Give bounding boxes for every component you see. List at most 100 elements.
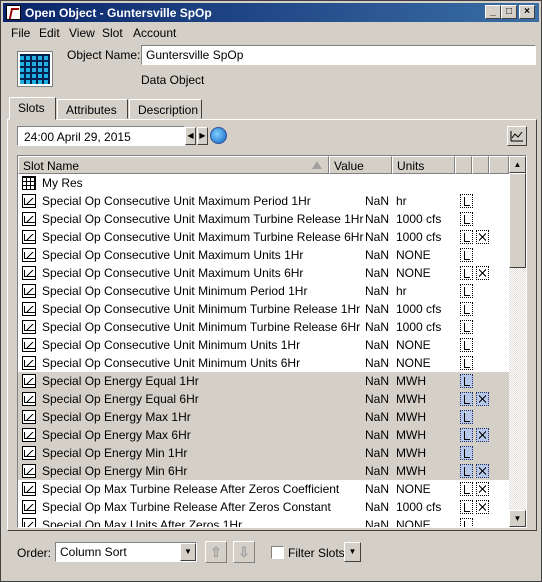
order-select-value: Column Sort <box>60 545 127 559</box>
slot-value: NaN <box>364 464 389 478</box>
slot-units: 1000 cfs <box>396 320 442 334</box>
flag-icon <box>460 212 473 226</box>
slot-value: NaN <box>364 446 389 460</box>
move-down-button[interactable]: ⇩ <box>233 541 255 563</box>
table-row[interactable]: Special Op Consecutive Unit Maximum Unit… <box>18 246 509 264</box>
plot-icon[interactable] <box>507 126 527 146</box>
slot-units: NONE <box>396 248 431 262</box>
slot-units: NONE <box>396 356 431 370</box>
column-flag-3[interactable] <box>489 156 509 174</box>
table-row[interactable]: Special Op Energy Max 6Hr NaN MWH <box>18 426 509 444</box>
flag-x-icon <box>476 464 489 478</box>
series-icon <box>22 518 36 527</box>
scroll-down-button[interactable]: ▼ <box>509 510 526 527</box>
scroll-thumb[interactable] <box>509 173 526 268</box>
table-row[interactable]: Special Op Consecutive Unit Minimum Turb… <box>18 318 509 336</box>
close-button[interactable]: × <box>519 5 535 19</box>
prev-date-button[interactable]: ◀ <box>185 127 196 145</box>
table-row[interactable]: My Res <box>18 174 509 192</box>
object-name-field[interactable]: Guntersville SpOp <box>141 45 536 65</box>
series-icon <box>22 428 36 442</box>
flag-x-icon <box>476 482 489 496</box>
slot-name: Special Op Consecutive Unit Maximum Turb… <box>42 212 364 226</box>
move-up-button[interactable]: ⇧ <box>205 541 227 563</box>
flag-icon <box>460 428 473 442</box>
minimize-button[interactable]: _ <box>485 5 501 19</box>
title-bar[interactable]: Open Object - Guntersville SpOp _ □ × <box>3 3 539 22</box>
tab-description[interactable]: Description <box>129 99 202 119</box>
flag-icon <box>460 266 473 280</box>
table-row[interactable]: Special Op Consecutive Unit Maximum Peri… <box>18 192 509 210</box>
table-row[interactable]: Special Op Energy Equal 1Hr NaN MWH <box>18 372 509 390</box>
slot-units: 1000 cfs <box>396 500 442 514</box>
scroll-up-button[interactable]: ▲ <box>509 156 526 173</box>
vertical-scrollbar[interactable]: ▲ ▼ <box>509 156 526 527</box>
slot-units: 1000 cfs <box>396 212 442 226</box>
slot-name: Special Op Energy Max 6Hr <box>42 428 191 442</box>
series-icon <box>22 410 36 424</box>
flag-icon <box>460 392 473 406</box>
slot-units: 1000 cfs <box>396 302 442 316</box>
table-row[interactable]: Special Op Consecutive Unit Maximum Turb… <box>18 210 509 228</box>
flag-x-icon <box>476 428 489 442</box>
menu-account[interactable]: Account <box>133 26 176 40</box>
slot-value: NaN <box>364 212 389 226</box>
table-row[interactable]: Special Op Energy Max 1Hr NaN MWH <box>18 408 509 426</box>
filter-slots-checkbox[interactable] <box>271 546 284 559</box>
table-row[interactable]: Special Op Energy Equal 6Hr NaN MWH <box>18 390 509 408</box>
globe-icon[interactable] <box>210 127 227 144</box>
slot-units: MWH <box>396 374 426 388</box>
slot-value: NaN <box>364 428 389 442</box>
order-select[interactable]: Column Sort ▼ <box>55 542 197 562</box>
series-icon <box>22 194 36 208</box>
table-row[interactable]: Special Op Consecutive Unit Minimum Peri… <box>18 282 509 300</box>
filter-dropdown-button[interactable]: ▼ <box>344 542 361 562</box>
series-icon <box>22 338 36 352</box>
slot-units: NONE <box>396 266 431 280</box>
menu-slot[interactable]: Slot <box>102 26 123 40</box>
tab-slots[interactable]: Slots <box>9 97 56 120</box>
tab-attributes[interactable]: Attributes <box>57 99 128 119</box>
chevron-down-icon[interactable]: ▼ <box>180 543 196 561</box>
object-name-label: Object Name: <box>67 48 141 62</box>
slot-name: Special Op Energy Min 6Hr <box>42 464 188 478</box>
flag-icon <box>460 338 473 352</box>
slot-value: NaN <box>364 266 389 280</box>
column-value[interactable]: Value <box>329 156 392 174</box>
series-icon <box>22 320 36 334</box>
table-row[interactable]: Special Op Energy Min 6Hr NaN MWH <box>18 462 509 480</box>
column-units[interactable]: Units <box>392 156 455 174</box>
table-row[interactable]: Special Op Energy Min 1Hr NaN MWH <box>18 444 509 462</box>
column-flag-2[interactable] <box>472 156 489 174</box>
menu-view[interactable]: View <box>69 26 95 40</box>
next-date-button[interactable]: ▶ <box>197 127 208 145</box>
table-row[interactable]: Special Op Consecutive Unit Minimum Unit… <box>18 354 509 372</box>
column-flag-1[interactable] <box>455 156 472 174</box>
slot-units: MWH <box>396 392 426 406</box>
series-icon <box>22 374 36 388</box>
table-header: Slot Name Value Units <box>18 156 509 174</box>
menu-edit[interactable]: Edit <box>39 26 60 40</box>
column-slot-name[interactable]: Slot Name <box>18 156 329 174</box>
order-label: Order: <box>17 546 52 560</box>
table-row[interactable]: Special Op Consecutive Unit Maximum Unit… <box>18 264 509 282</box>
table-row[interactable]: Special Op Max Turbine Release After Zer… <box>18 480 509 498</box>
menu-file[interactable]: File <box>11 26 30 40</box>
slot-value: NaN <box>364 302 389 316</box>
table-row[interactable]: Special Op Consecutive Unit Minimum Unit… <box>18 336 509 354</box>
maximize-button[interactable]: □ <box>501 5 517 19</box>
slot-value: NaN <box>364 518 389 528</box>
table-row[interactable]: Special Op Max Turbine Release After Zer… <box>18 498 509 516</box>
slot-units: NONE <box>396 338 431 352</box>
series-icon <box>22 284 36 298</box>
open-object-window: Open Object - Guntersville SpOp _ □ × Fi… <box>0 0 542 582</box>
table-row[interactable]: Special Op Consecutive Unit Maximum Turb… <box>18 228 509 246</box>
flag-icon <box>460 410 473 424</box>
date-field[interactable]: 24:00 April 29, 2015 <box>17 126 185 146</box>
menu-bar: File Edit View Slot Account <box>3 23 539 42</box>
slot-table: Slot Name Value Units My Res Special Op C… <box>17 155 527 528</box>
slot-units: 1000 cfs <box>396 230 442 244</box>
table-row[interactable]: Special Op Max Units After Zeros 1Hr NaN N… <box>18 516 509 528</box>
table-row[interactable]: Special Op Consecutive Unit Minimum Turb… <box>18 300 509 318</box>
flag-icon <box>460 284 473 298</box>
